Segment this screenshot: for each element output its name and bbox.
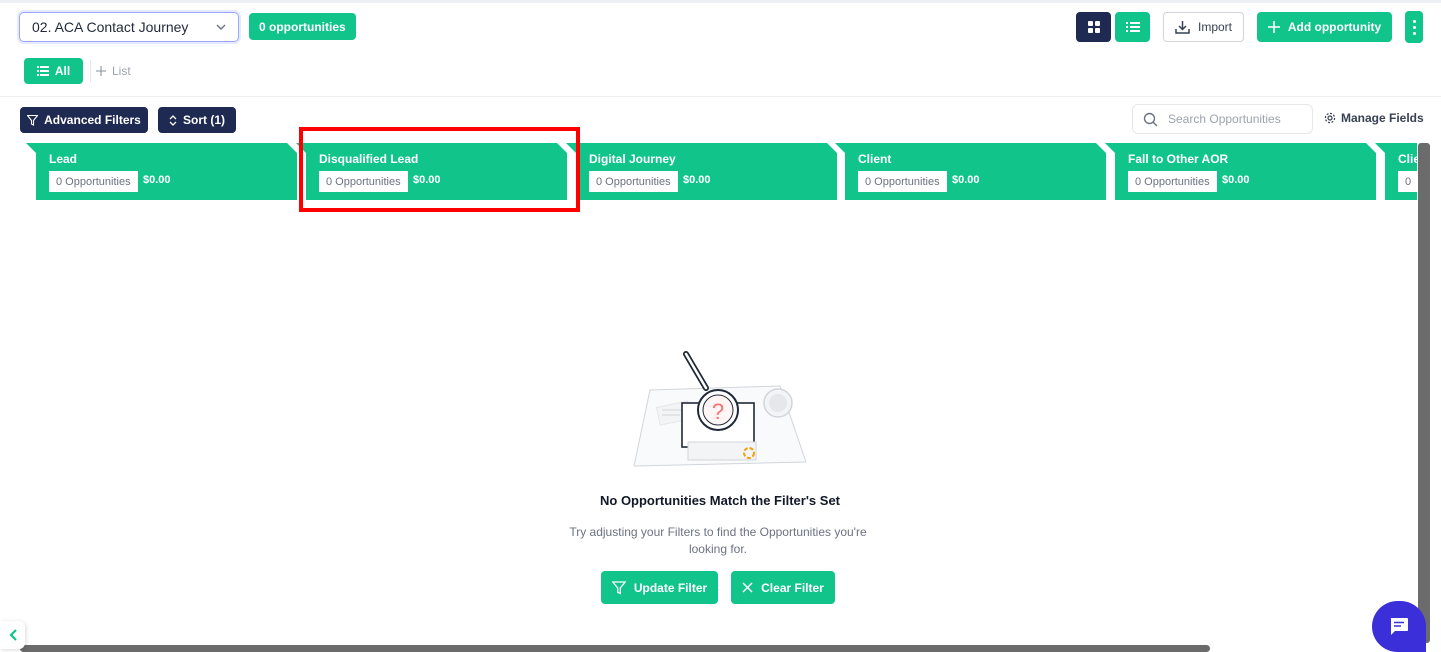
stage-column-client-partial[interactable]: Clie 0 — [1375, 143, 1417, 200]
empty-state-title: No Opportunities Match the Filter's Set — [600, 493, 840, 508]
stage-count: 0 Opportunities — [319, 171, 408, 192]
stage-amount: $0.00 — [952, 174, 980, 186]
plus-icon — [1267, 21, 1280, 33]
chat-icon — [1390, 618, 1408, 635]
close-icon — [742, 582, 753, 593]
tab-all-label: All — [54, 64, 71, 78]
stage-name: Client — [858, 152, 892, 166]
section-divider — [0, 96, 1441, 97]
tab-divider — [90, 60, 91, 82]
sort-label: Sort (1) — [183, 113, 225, 127]
tab-all[interactable]: All — [24, 58, 83, 84]
stage-column-lead[interactable]: Lead 0 Opportunities $0.00 — [26, 143, 297, 200]
horizontal-scrollbar[interactable] — [20, 645, 1210, 652]
sort-button[interactable]: Sort (1) — [158, 107, 236, 133]
search-icon — [1143, 112, 1158, 126]
list-icon — [1125, 22, 1140, 32]
import-label: Import — [1197, 20, 1232, 34]
empty-state-description: Try adjusting your Filters to find the O… — [569, 525, 867, 556]
stage-column-disqualified-lead[interactable]: Disqualified Lead 0 Opportunities $0.00 — [296, 143, 567, 200]
search-input[interactable] — [1168, 112, 1308, 126]
gear-icon — [1324, 112, 1336, 124]
manage-fields-label: Manage Fields — [1341, 111, 1424, 125]
add-list-label: List — [112, 64, 131, 78]
stage-count: 0 Opportunities — [589, 171, 678, 192]
update-filter-label: Update Filter — [633, 580, 708, 595]
filter-icon — [27, 114, 39, 126]
stage-count: 0 Opportunities — [1128, 171, 1217, 192]
stage-column-digital-journey[interactable]: Digital Journey 0 Opportunities $0.00 — [566, 143, 837, 200]
empty-search-illustration: ? — [633, 351, 807, 467]
stage-amount: $0.00 — [143, 174, 171, 186]
chevron-down-icon — [216, 21, 226, 33]
clear-filter-label: Clear Filter — [761, 580, 824, 595]
advanced-filters-label: Advanced Filters — [44, 113, 141, 127]
stage-count: 0 Opportunities — [858, 171, 947, 192]
opportunity-count-badge: 0 opportunities — [249, 13, 356, 40]
more-vertical-icon[interactable] — [1405, 11, 1423, 43]
add-opportunity-button[interactable]: Add opportunity — [1257, 12, 1392, 42]
stage-name: Disqualified Lead — [319, 152, 419, 166]
filter-icon — [611, 580, 626, 595]
pipeline-select-value: 02. ACA Contact Journey — [32, 19, 189, 35]
import-button[interactable]: Import — [1163, 12, 1244, 42]
question-mark: ? — [712, 399, 724, 424]
manage-fields-button[interactable]: Manage Fields — [1324, 111, 1424, 125]
sort-icon — [169, 114, 177, 126]
grid-icon — [1087, 21, 1100, 33]
add-list-tab[interactable]: List — [96, 62, 131, 80]
search-box[interactable] — [1132, 104, 1313, 134]
stage-column-client[interactable]: Client 0 Opportunities $0.00 — [835, 143, 1106, 200]
chevron-left-icon — [8, 629, 17, 641]
plus-icon — [96, 66, 106, 76]
stage-amount: $0.00 — [683, 174, 711, 186]
pipeline-select[interactable]: 02. ACA Contact Journey — [19, 12, 239, 42]
chat-widget-button[interactable] — [1372, 601, 1426, 652]
stage-name: Fall to Other AOR — [1128, 152, 1229, 166]
pipeline-stages: Lead 0 Opportunities $0.00 Disqualified … — [26, 143, 1417, 201]
stage-name: Clie — [1398, 152, 1417, 166]
stage-amount: $0.00 — [413, 174, 441, 186]
advanced-filters-button[interactable]: Advanced Filters — [20, 107, 148, 133]
sidebar-collapse-button[interactable] — [0, 621, 25, 649]
clear-filter-button[interactable]: Clear Filter — [731, 571, 835, 604]
grid-view-button[interactable] — [1076, 12, 1111, 42]
stage-count: 0 Opportunities — [49, 171, 138, 192]
stage-name: Digital Journey — [589, 152, 676, 166]
top-border — [0, 0, 1441, 3]
vertical-scrollbar[interactable] — [1418, 143, 1430, 643]
stage-count: 0 — [1398, 171, 1417, 192]
download-icon — [1175, 21, 1190, 34]
update-filter-button[interactable]: Update Filter — [601, 571, 718, 604]
list-view-button[interactable] — [1115, 12, 1150, 42]
stage-column-fall-to-other-aor[interactable]: Fall to Other AOR 0 Opportunities $0.00 — [1105, 143, 1376, 200]
add-opportunity-label: Add opportunity — [1287, 20, 1382, 34]
list-icon — [36, 66, 49, 76]
stage-name: Lead — [49, 152, 78, 166]
stage-amount: $0.00 — [1222, 174, 1250, 186]
